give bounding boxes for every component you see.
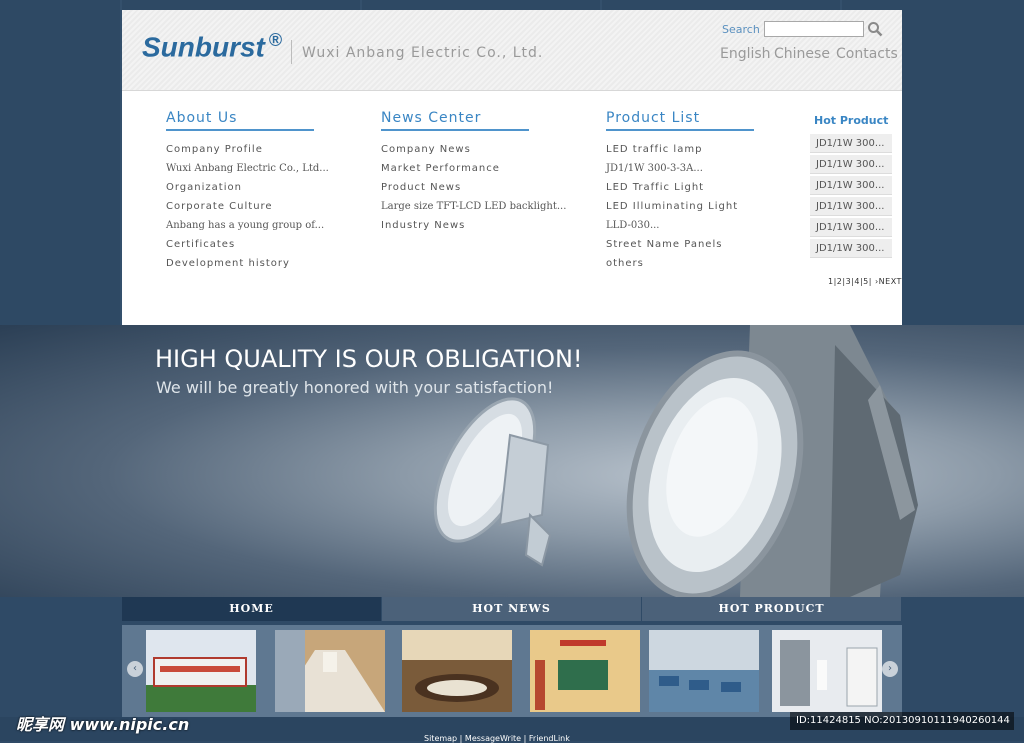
photo-gallery: ‹ ›: [122, 625, 902, 717]
gallery-prev-button[interactable]: ‹: [127, 661, 143, 677]
tab-hot-news[interactable]: HOT NEWS: [382, 597, 642, 621]
gallery-thumb[interactable]: [275, 630, 385, 712]
contacts-link[interactable]: Contacts: [836, 46, 898, 62]
banner-headline: HIGH QUALITY IS OUR OBLIGATION!: [155, 345, 583, 373]
lang-chinese-link[interactable]: Chinese: [774, 46, 830, 62]
logo-text: Sunburst: [142, 31, 265, 63]
watermark-logo: 昵享网 www.nipic.cn: [16, 715, 190, 734]
menu-product-list: Product List LED traffic lamp JD1/1W 300…: [606, 110, 754, 273]
menu-title[interactable]: About Us: [166, 110, 329, 126]
search-label: Search: [722, 23, 760, 36]
menu-item[interactable]: Industry News: [381, 216, 566, 235]
footer-links[interactable]: Sitemap | MessageWrite | FriendLink: [424, 734, 570, 743]
hero-banner: HIGH QUALITY IS OUR OBLIGATION! We will …: [0, 325, 1024, 597]
main-tabs: HOME HOT NEWS HOT PRODUCT: [122, 597, 902, 621]
header: Sunburst ® Wuxi Anbang Electric Co., Ltd.…: [122, 10, 902, 91]
menu-item[interactable]: Street Name Panels: [606, 235, 754, 254]
menu-item[interactable]: Development history: [166, 254, 329, 273]
menu-item[interactable]: LED Traffic Light: [606, 178, 754, 197]
watermark-id: ID:11424815 NO:20130910111940260144: [790, 712, 1014, 730]
lamp-image-large: [626, 325, 918, 597]
building-photo: [146, 630, 256, 712]
menu-item[interactable]: LLD-030...: [606, 216, 754, 235]
top-panel: Sunburst ® Wuxi Anbang Electric Co., Ltd.…: [122, 10, 902, 325]
lamp-image-small: [433, 397, 552, 567]
logo-divider: [291, 40, 292, 64]
lang-english-link[interactable]: English: [720, 46, 771, 62]
menu-underline: [166, 129, 314, 131]
menu-title[interactable]: News Center: [381, 110, 566, 126]
menu-underline: [606, 129, 754, 131]
menu-item[interactable]: JD1/1W 300-3-3A...: [606, 159, 754, 178]
gallery-next-button[interactable]: ›: [882, 661, 898, 677]
hot-product-item[interactable]: JD1/1W 300...: [810, 218, 892, 237]
meeting-room-photo: [402, 630, 512, 712]
menu-item[interactable]: LED Illuminating Light: [606, 197, 754, 216]
reception-photo: [530, 630, 640, 712]
registered-mark: ®: [268, 30, 283, 50]
hot-product-title: Hot Product: [814, 114, 889, 127]
corridor-photo: [275, 630, 385, 712]
gallery-thumb[interactable]: [772, 630, 882, 712]
hot-product-item[interactable]: JD1/1W 300...: [810, 239, 892, 258]
gallery-thumb[interactable]: [402, 630, 512, 712]
menu-underline: [381, 129, 529, 131]
tab-hot-product[interactable]: HOT PRODUCT: [642, 597, 902, 621]
menu-item[interactable]: Product News: [381, 178, 566, 197]
menu-item[interactable]: Corporate Culture: [166, 197, 329, 216]
lab-photo: [772, 630, 882, 712]
company-name: Wuxi Anbang Electric Co., Ltd.: [302, 45, 544, 61]
tab-home[interactable]: HOME: [122, 597, 382, 621]
menu-item[interactable]: LED traffic lamp: [606, 140, 754, 159]
gallery-thumb[interactable]: [530, 630, 640, 712]
menu-news-center: News Center Company News Market Performa…: [381, 110, 566, 235]
logo[interactable]: Sunburst ®: [142, 30, 282, 63]
menu-item[interactable]: Wuxi Anbang Electric Co., Ltd...: [166, 159, 329, 178]
menu-item[interactable]: Company News: [381, 140, 566, 159]
hot-product-item[interactable]: JD1/1W 300...: [810, 155, 892, 174]
gallery-thumb[interactable]: [649, 630, 759, 712]
menu-item[interactable]: Certificates: [166, 235, 329, 254]
hot-product-item[interactable]: JD1/1W 300...: [810, 134, 892, 153]
menu-item[interactable]: Organization: [166, 178, 329, 197]
hot-product-item[interactable]: JD1/1W 300...: [810, 176, 892, 195]
menu-item[interactable]: others: [606, 254, 754, 273]
pagination[interactable]: 1|2|3|4|5| ›NEXT: [828, 277, 902, 286]
gallery-thumb[interactable]: [146, 630, 256, 712]
search-input[interactable]: [764, 21, 864, 37]
menu-item[interactable]: Large size TFT-LCD LED backlight...: [381, 197, 566, 216]
search-icon[interactable]: [867, 21, 883, 37]
menu-item[interactable]: Anbang has a young group of...: [166, 216, 329, 235]
menu-title[interactable]: Product List: [606, 110, 754, 126]
hot-product-item[interactable]: JD1/1W 300...: [810, 197, 892, 216]
menu-item[interactable]: Company Profile: [166, 140, 329, 159]
menu-item[interactable]: Market Performance: [381, 159, 566, 178]
workshop-photo: [649, 630, 759, 712]
menu-about-us: About Us Company Profile Wuxi Anbang Ele…: [166, 110, 329, 273]
hot-product-list: JD1/1W 300... JD1/1W 300... JD1/1W 300..…: [810, 134, 892, 260]
